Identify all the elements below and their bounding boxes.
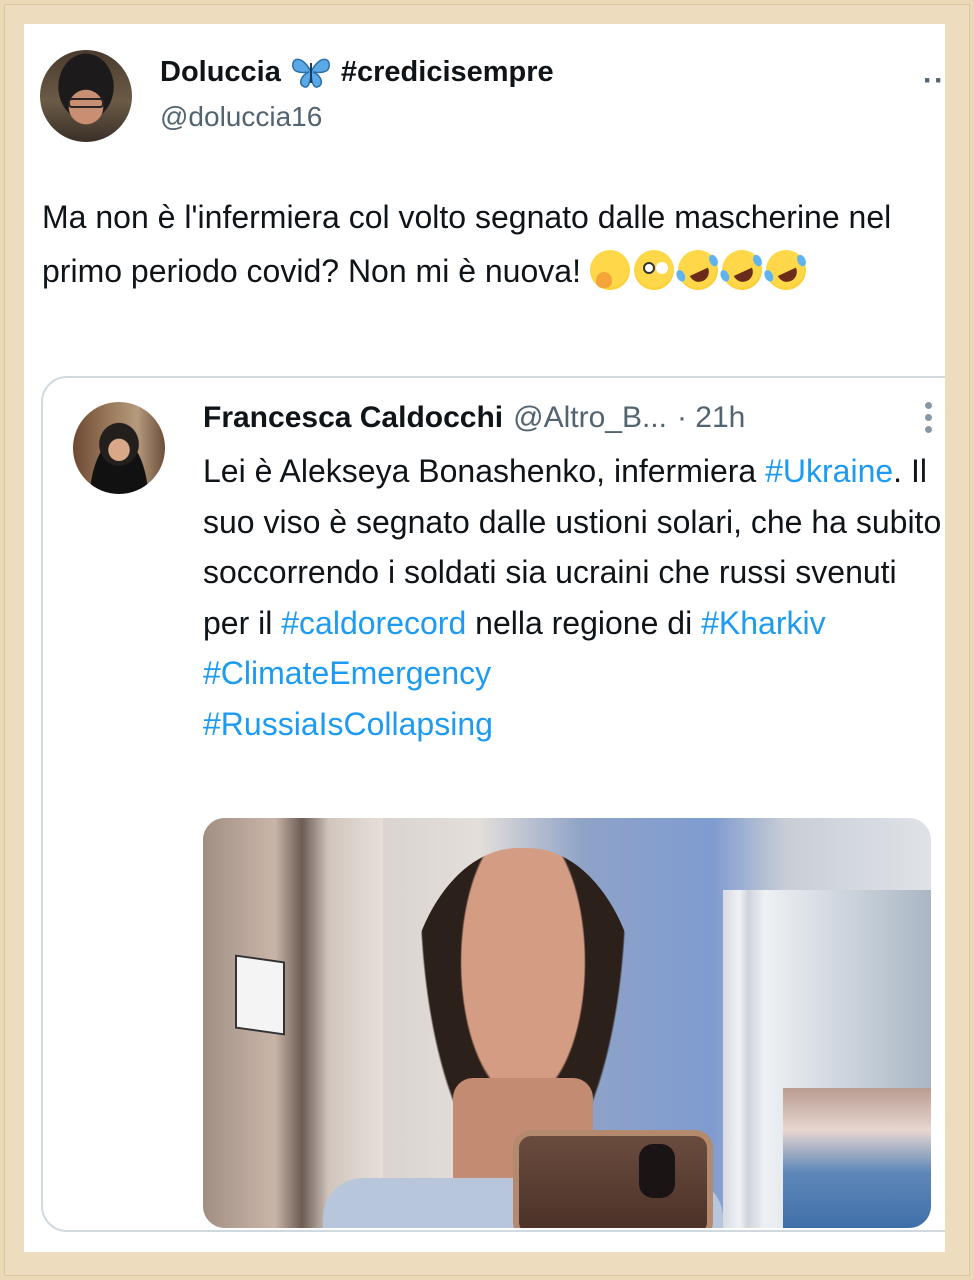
avatar-glasses	[68, 98, 104, 108]
more-options-icon[interactable]: ··	[923, 64, 945, 98]
photo-wall-sign	[235, 954, 285, 1036]
tweet-text: Ma non è l'infermiera col volto segnato …	[42, 190, 922, 298]
rolling-eyes-icon	[633, 250, 674, 290]
author-hashtag[interactable]: #credicisempre	[341, 56, 554, 89]
rofl-icon	[715, 243, 769, 297]
quoted-text-part: nella regione di	[466, 604, 702, 641]
tweet-card[interactable]: Doluccia #credicisempre @doluccia16 ·· M…	[24, 24, 945, 1252]
quoted-author-avatar[interactable]	[73, 402, 165, 494]
quoted-text-part: Lei è Alekseya Bonashenko, infermiera	[203, 453, 766, 489]
photo-door	[203, 818, 383, 1228]
quoted-author-name[interactable]: Francesca Caldocchi	[203, 401, 503, 435]
photo-supplies	[783, 1088, 931, 1228]
photo-phone	[513, 1130, 713, 1228]
author-name-row[interactable]: Doluccia #credicisempre	[160, 54, 554, 90]
hashtag-link[interactable]: #RussiaIsCollapsing	[203, 706, 493, 742]
quoted-timestamp[interactable]: · 21h	[677, 401, 745, 435]
author-name[interactable]: Doluccia	[160, 56, 281, 89]
rofl-icon	[671, 243, 725, 297]
hashtag-link[interactable]: #ClimateEmergency	[203, 655, 491, 691]
quoted-tweet-text: Lei è Alekseya Bonashenko, infermiera #U…	[203, 446, 943, 749]
quoted-more-options-icon[interactable]	[923, 402, 933, 433]
thinking-face-icon	[589, 250, 630, 290]
hashtag-link[interactable]: #Kharkiv	[701, 605, 826, 641]
quoted-author-handle[interactable]: @Altro_B...	[513, 401, 667, 435]
quoted-tweet[interactable]: Francesca Caldocchi @Altro_B... · 21h Le…	[41, 376, 945, 1232]
hashtag-link[interactable]: #Ukraine	[765, 453, 893, 489]
butterfly-icon	[291, 58, 330, 88]
attached-photo[interactable]	[203, 818, 931, 1228]
author-handle[interactable]: @doluccia16	[160, 101, 322, 133]
quoted-author-row: Francesca Caldocchi @Altro_B... · 21h	[203, 398, 745, 438]
rofl-icon	[759, 243, 813, 297]
author-avatar[interactable]	[40, 50, 132, 142]
hashtag-link[interactable]: #caldorecord	[281, 605, 466, 641]
